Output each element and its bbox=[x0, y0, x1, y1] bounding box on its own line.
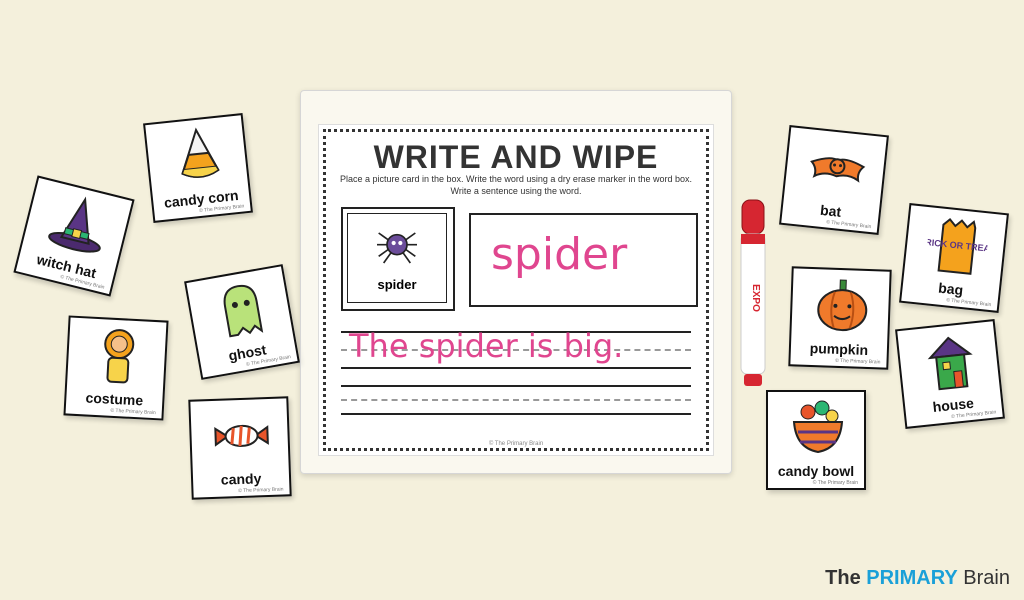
card-bat: bat © The Primary Brain bbox=[779, 125, 889, 235]
card-label: pumpkin bbox=[809, 339, 869, 358]
write-and-wipe-worksheet: WRITE AND WIPE Place a picture card in t… bbox=[318, 124, 714, 456]
brand-prefix: The bbox=[825, 567, 867, 589]
sentence-lines[interactable]: The spider is big. bbox=[341, 323, 691, 415]
candy-icon bbox=[214, 424, 269, 447]
card-label: candy bbox=[220, 470, 262, 488]
worksheet-instructions: Place a picture card in the box. Write t… bbox=[339, 174, 692, 196]
worksheet-credit: © The Primary Brain bbox=[488, 441, 544, 447]
card-candy: candy © The Primary Brain bbox=[188, 396, 292, 500]
card-candy-corn: candy corn © The Primary Brain bbox=[143, 113, 253, 223]
dry-erase-marker: EXPO bbox=[740, 199, 766, 386]
writing-line bbox=[341, 413, 691, 415]
spider-icon bbox=[377, 232, 417, 264]
writing-line bbox=[341, 385, 691, 387]
spider-card: spider bbox=[347, 213, 447, 303]
card-label: candy bowl bbox=[777, 463, 855, 479]
pumpkin-icon bbox=[817, 279, 868, 332]
marker-brand: EXPO bbox=[750, 284, 761, 312]
witch-hat-icon bbox=[48, 196, 101, 253]
word-box[interactable]: spider bbox=[469, 213, 698, 307]
brand-primary: PRIMARY bbox=[866, 567, 958, 589]
ghost-icon bbox=[223, 284, 264, 338]
card-credit: © The Primary Brain bbox=[238, 486, 284, 495]
picture-card-label: spider bbox=[377, 277, 417, 292]
card-credit: © The Primary Brain bbox=[835, 357, 881, 366]
card-candy-bowl: candy bowl © The Primary Brain bbox=[766, 390, 866, 490]
house-icon bbox=[927, 336, 973, 391]
costume-icon bbox=[104, 329, 135, 384]
bat-icon bbox=[810, 157, 866, 183]
worksheet-title: WRITE AND WIPE bbox=[373, 139, 659, 175]
card-house: house © The Primary Brain bbox=[895, 319, 1005, 429]
card-ghost: ghost © The Primary Brain bbox=[184, 264, 300, 380]
card-credit: © The Primary Brain bbox=[812, 480, 858, 486]
brand-watermark: The PRIMARY Brain bbox=[825, 567, 1010, 590]
writing-line bbox=[341, 399, 691, 401]
picture-card-box: spider bbox=[341, 207, 455, 311]
brand-suffix: Brain bbox=[957, 567, 1010, 589]
card-costume: costume © The Primary Brain bbox=[63, 315, 169, 421]
card-label: costume bbox=[85, 389, 144, 409]
written-word: spider bbox=[491, 229, 628, 280]
candy-corn-icon bbox=[181, 127, 220, 178]
card-bag: TRICK OR TREAT bag © The Primary Brain bbox=[899, 203, 1009, 313]
candy-bowl-icon bbox=[792, 400, 844, 454]
card-pumpkin: pumpkin © The Primary Brain bbox=[788, 266, 892, 370]
writing-line bbox=[341, 367, 691, 369]
written-sentence: The spider is big. bbox=[349, 327, 624, 365]
card-witch-hat: witch hat © The Primary Brain bbox=[13, 175, 135, 297]
card-credit: © The Primary Brain bbox=[110, 407, 156, 417]
bag-icon: TRICK OR TREAT bbox=[924, 217, 990, 275]
